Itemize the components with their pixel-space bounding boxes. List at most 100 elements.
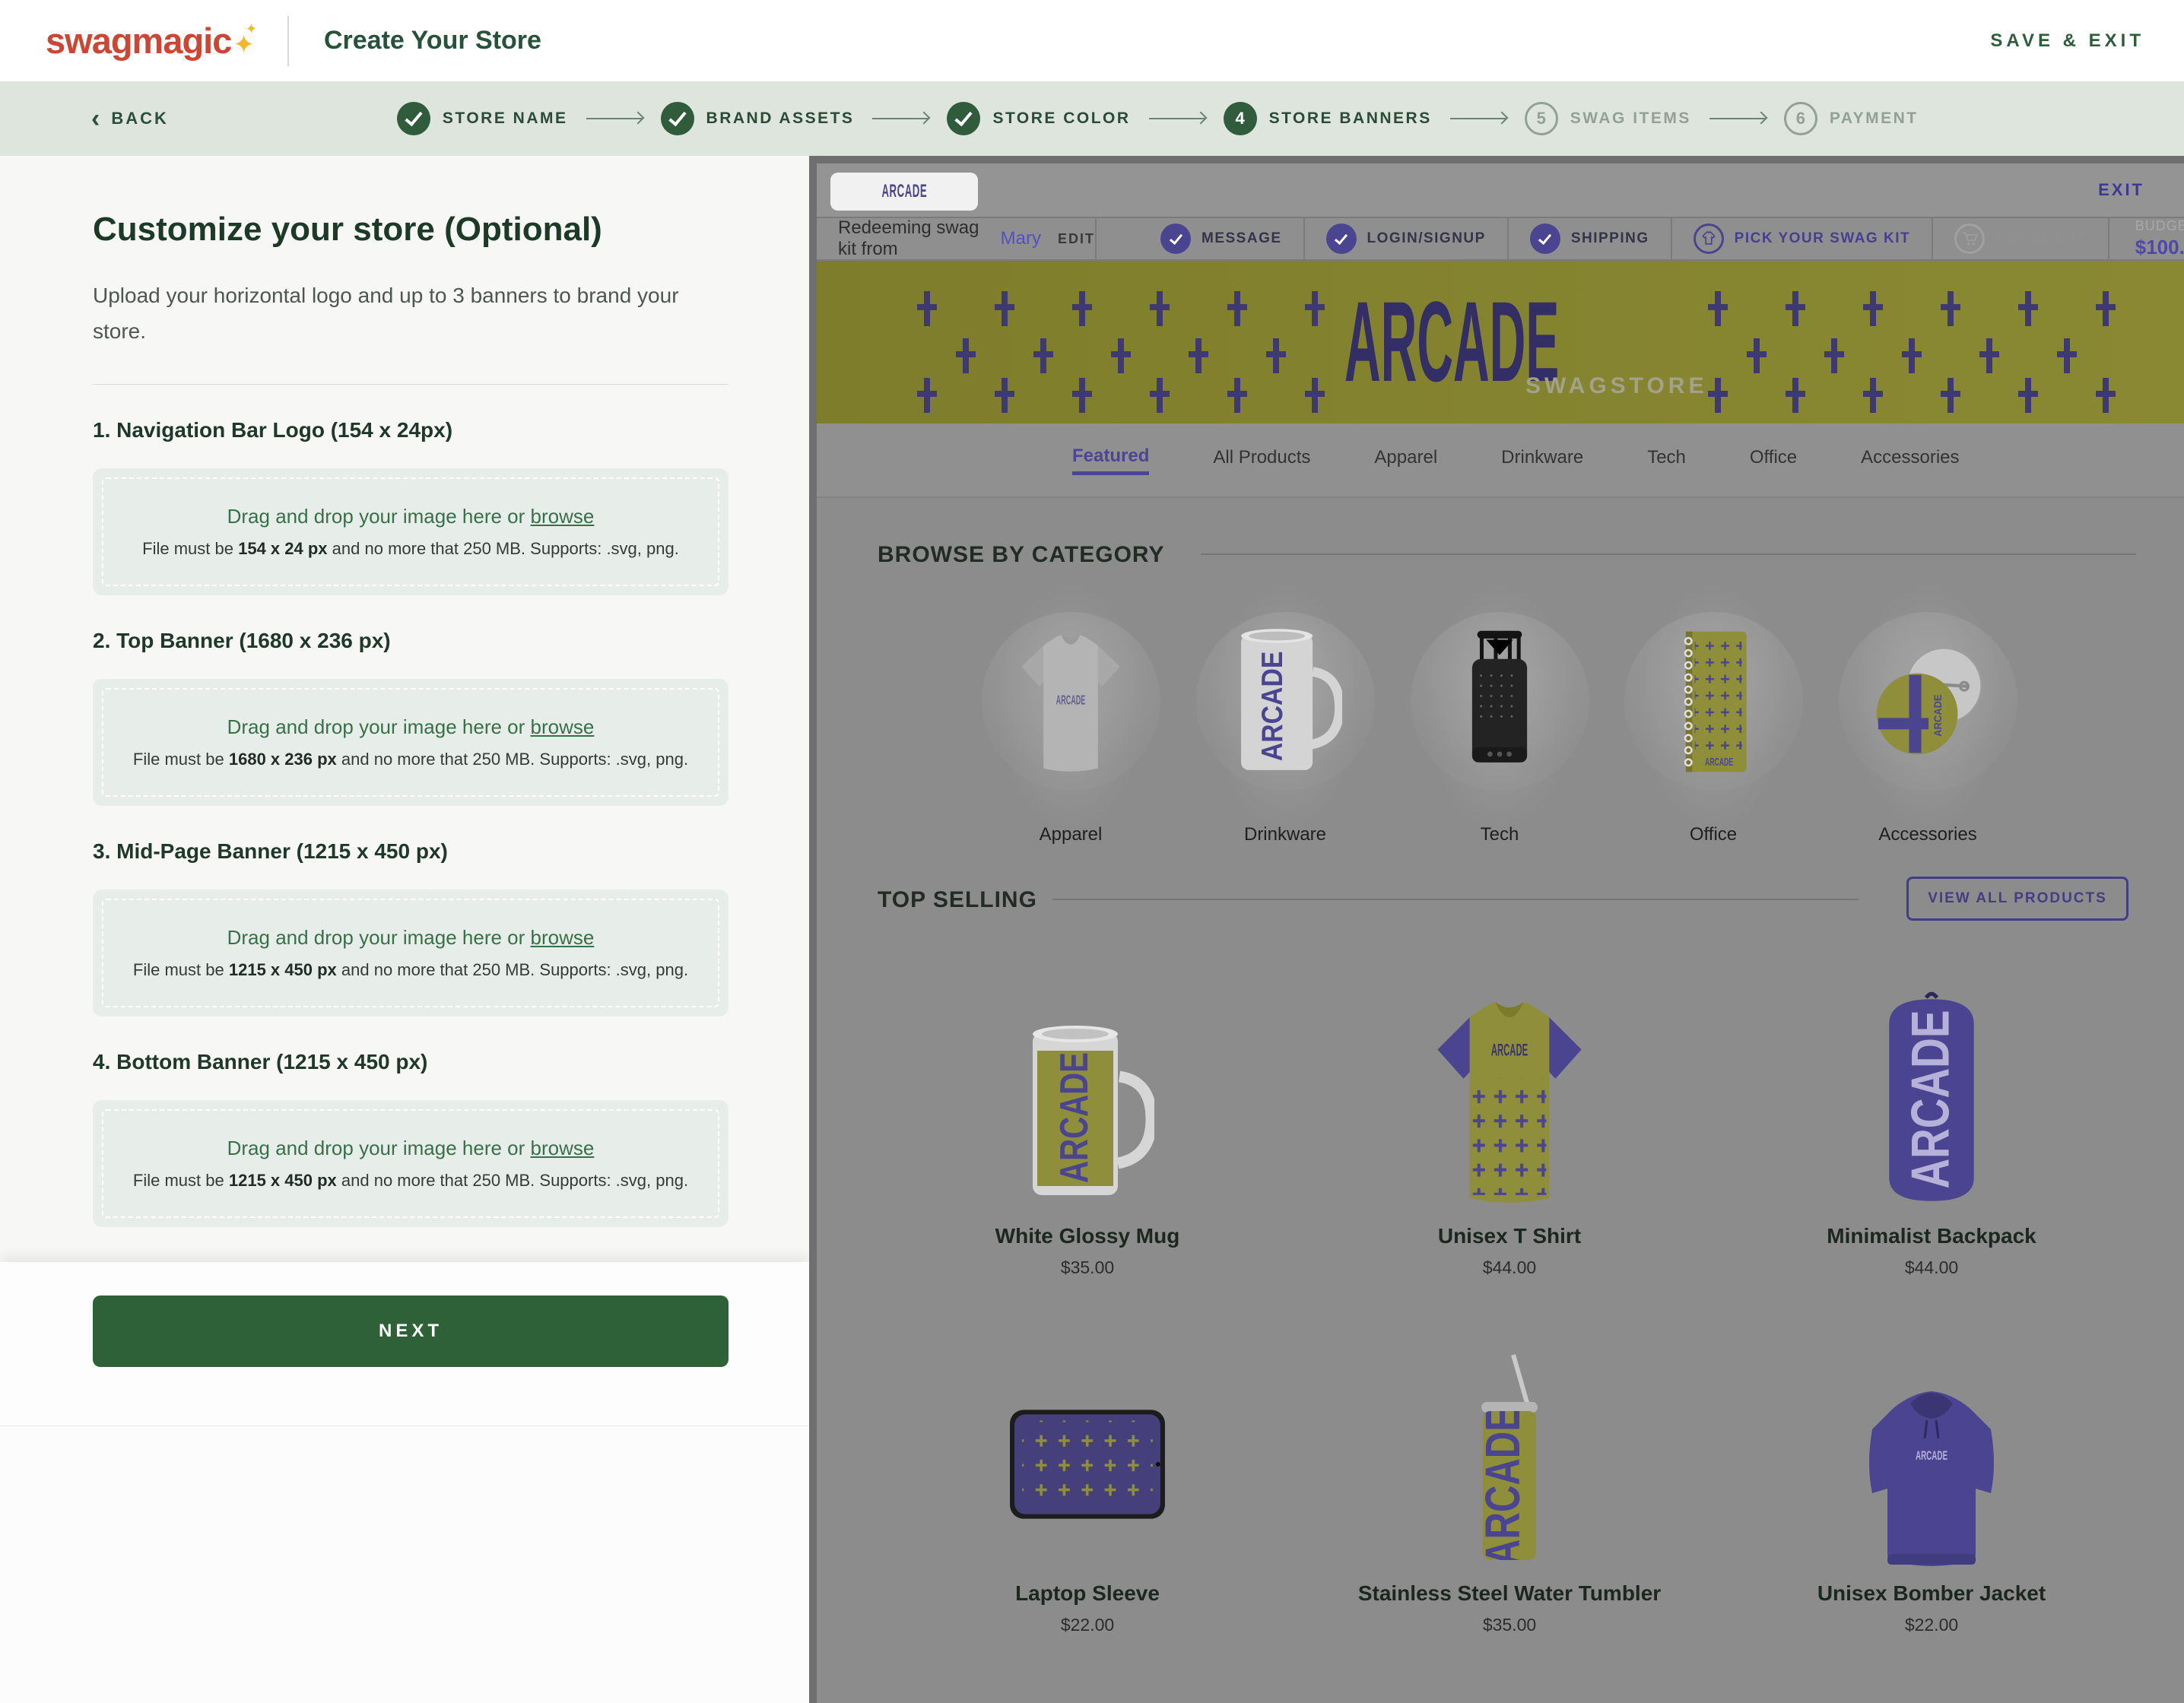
store-preview: ARCADE EXIT Redeeming swag kit from Mary…: [809, 156, 2184, 1703]
arrow-right-icon: [872, 118, 929, 119]
panel-subheading: Upload your horizontal logo and up to 3 …: [93, 277, 724, 349]
checkout-steps: MESSAGE LOGIN/SIGNUP SHIPPING PI: [1139, 218, 2108, 259]
preview-frame: [809, 156, 2184, 163]
redeem-name: Mary: [1001, 228, 1041, 249]
category-image-office: ARCADE: [1624, 612, 1803, 791]
product-image-hoodie: ARCADE: [1768, 1361, 2095, 1568]
tshirt-icon: [1694, 224, 1724, 254]
budget-value: $100.00: [2135, 236, 2184, 259]
category-card-office[interactable]: ARCADE Office: [1622, 612, 1805, 845]
check-circle-icon: [397, 102, 430, 135]
category-image-drinkware: ARCADE: [1196, 612, 1375, 791]
drop-text: Drag and drop your image here or: [227, 926, 525, 949]
check-circle-icon: [947, 102, 980, 135]
tab-drinkware[interactable]: Drinkware: [1501, 447, 1583, 473]
product-card-white-glossy-mug[interactable]: ARCADE White Glossy Mug $35.00: [924, 973, 1251, 1278]
category-card-drinkware[interactable]: ARCADE Drinkware: [1194, 612, 1376, 845]
back-button[interactable]: ‹ BACK: [91, 109, 169, 128]
tab-featured[interactable]: Featured: [1072, 446, 1149, 475]
product-image-tshirt: ARCADE: [1346, 973, 1673, 1210]
next-button[interactable]: NEXT: [93, 1295, 729, 1367]
preview-frame: [809, 156, 817, 1703]
browse-link[interactable]: browse: [531, 505, 595, 528]
dropzone-bottom-banner[interactable]: Drag and drop your image here or browse …: [93, 1100, 729, 1227]
category-card-accessories[interactable]: ARCADE Accessories: [1836, 612, 2019, 845]
budget-display: BUDGET $100.00: [2109, 218, 2184, 259]
product-card-minimalist-backpack[interactable]: ARCADE Minimalist Backpack $44.00: [1768, 973, 2095, 1278]
page: swagmagic ✦ ✦ Create Your Store SAVE & E…: [0, 0, 2184, 1703]
check-circle-icon: [1160, 224, 1191, 254]
browse-link[interactable]: browse: [531, 715, 595, 738]
redeem-info: Redeeming swag kit from Mary EDIT: [817, 217, 1095, 260]
category-card-tech[interactable]: Tech: [1408, 612, 1591, 845]
arrow-right-icon: [586, 118, 643, 119]
sticky-footer: NEXT: [0, 1262, 809, 1426]
browse-by-category-heading: BROWSE BY CATEGORY: [878, 542, 1164, 568]
svg-text:ARCADE: ARCADE: [1900, 1010, 1960, 1188]
panel-bottom-area: [0, 1426, 809, 1703]
redeem-bar: Redeeming swag kit from Mary EDIT MESSAG…: [817, 217, 2184, 261]
product-card-unisex-t-shirt[interactable]: ARCADE Unisex T Shirt $44.00: [1346, 973, 1673, 1278]
step-message[interactable]: MESSAGE: [1139, 224, 1303, 254]
product-image-backpack: ARCADE: [1768, 973, 2095, 1210]
top-selling-heading: TOP SELLING: [878, 887, 1037, 913]
drop-text: Drag and drop your image here or: [227, 1137, 525, 1159]
section-title-mid-banner: 3. Mid-Page Banner (1215 x 450 px): [93, 839, 729, 864]
step-checkout[interactable]: CHECKOUT: [1933, 224, 2108, 254]
step-pick-swag-kit[interactable]: PICK YOUR SWAG KIT: [1672, 224, 1932, 254]
step-shipping[interactable]: SHIPPING: [1509, 224, 1671, 254]
svg-text:ARCADE: ARCADE: [1475, 1406, 1530, 1566]
step-store-banners[interactable]: 4 STORE BANNERS: [1224, 102, 1432, 135]
arrow-right-icon: [1149, 118, 1205, 119]
tab-all-products[interactable]: All Products: [1213, 447, 1310, 473]
step-number-badge: 5: [1525, 102, 1558, 135]
panel-heading: Customize your store (Optional): [93, 211, 729, 249]
svg-text:ARCADE: ARCADE: [1052, 1052, 1097, 1183]
dropzone-mid-banner[interactable]: Drag and drop your image here or browse …: [93, 890, 729, 1016]
banner-sub-text: SWAGSTORE: [1525, 373, 1707, 399]
browse-link[interactable]: browse: [531, 926, 595, 949]
preview-navbar: ARCADE EXIT: [817, 163, 2184, 217]
edit-button[interactable]: EDIT: [1058, 231, 1095, 247]
product-card-bomber-jacket[interactable]: ARCADE Unisex Bomber Jacket $22.00: [1768, 1361, 2095, 1635]
dropzone-top-banner[interactable]: Drag and drop your image here or browse …: [93, 679, 729, 806]
step-swag-items[interactable]: 5 SWAG ITEMS: [1525, 102, 1691, 135]
step-login-signup[interactable]: LOGIN/SIGNUP: [1305, 224, 1507, 254]
check-circle-icon: [1530, 224, 1560, 254]
svg-text:ARCADE: ARCADE: [1916, 1448, 1948, 1463]
back-chevron-icon: ‹: [91, 110, 102, 127]
swagmagic-logo: swagmagic ✦ ✦: [46, 20, 266, 62]
banner-plus-cluster: [1708, 291, 2149, 413]
section-title-bottom-banner: 4. Bottom Banner (1215 x 450 px): [93, 1050, 729, 1074]
category-image-tech: [1411, 612, 1589, 791]
category-image-accessories: ARCADE: [1839, 612, 2017, 791]
drop-text: Drag and drop your image here or: [227, 505, 525, 528]
browse-link[interactable]: browse: [531, 1137, 595, 1159]
step-number-badge: 6: [1784, 102, 1817, 135]
divider: [1095, 218, 1097, 259]
back-label: BACK: [111, 109, 169, 128]
tab-accessories[interactable]: Accessories: [1861, 447, 1959, 473]
save-exit-button[interactable]: SAVE & EXIT: [1990, 30, 2144, 52]
product-card-water-tumbler[interactable]: ARCADE Stainless Steel Water Tumbler $35…: [1346, 1361, 1673, 1635]
step-brand-assets[interactable]: BRAND ASSETS: [661, 102, 855, 135]
product-image-laptop-sleeve: [924, 1361, 1251, 1568]
tab-apparel[interactable]: Apparel: [1374, 447, 1437, 473]
step-store-color[interactable]: STORE COLOR: [947, 102, 1130, 135]
product-card-laptop-sleeve[interactable]: Laptop Sleeve $22.00: [924, 1361, 1251, 1635]
category-card-apparel[interactable]: ARCADE Apparel: [979, 612, 1162, 845]
view-all-products-button[interactable]: VIEW ALL PRODUCTS: [1906, 877, 2128, 921]
category-image-apparel: ARCADE: [982, 612, 1160, 791]
step-store-name[interactable]: STORE NAME: [397, 102, 568, 135]
page-title: Create Your Store: [324, 26, 541, 55]
dropzone-nav-logo[interactable]: Drag and drop your image here or browse …: [93, 468, 729, 595]
divider: [93, 384, 729, 385]
arrow-right-icon: [1450, 118, 1506, 119]
tab-office[interactable]: Office: [1750, 447, 1797, 473]
step-payment[interactable]: 6 PAYMENT: [1784, 102, 1919, 135]
section-title-top-banner: 2. Top Banner (1680 x 236 px): [93, 629, 729, 653]
drop-text: Drag and drop your image here or: [227, 715, 525, 738]
tab-tech[interactable]: Tech: [1647, 447, 1686, 473]
exit-button[interactable]: EXIT: [2098, 180, 2144, 200]
app-header: swagmagic ✦ ✦ Create Your Store SAVE & E…: [0, 0, 2184, 81]
